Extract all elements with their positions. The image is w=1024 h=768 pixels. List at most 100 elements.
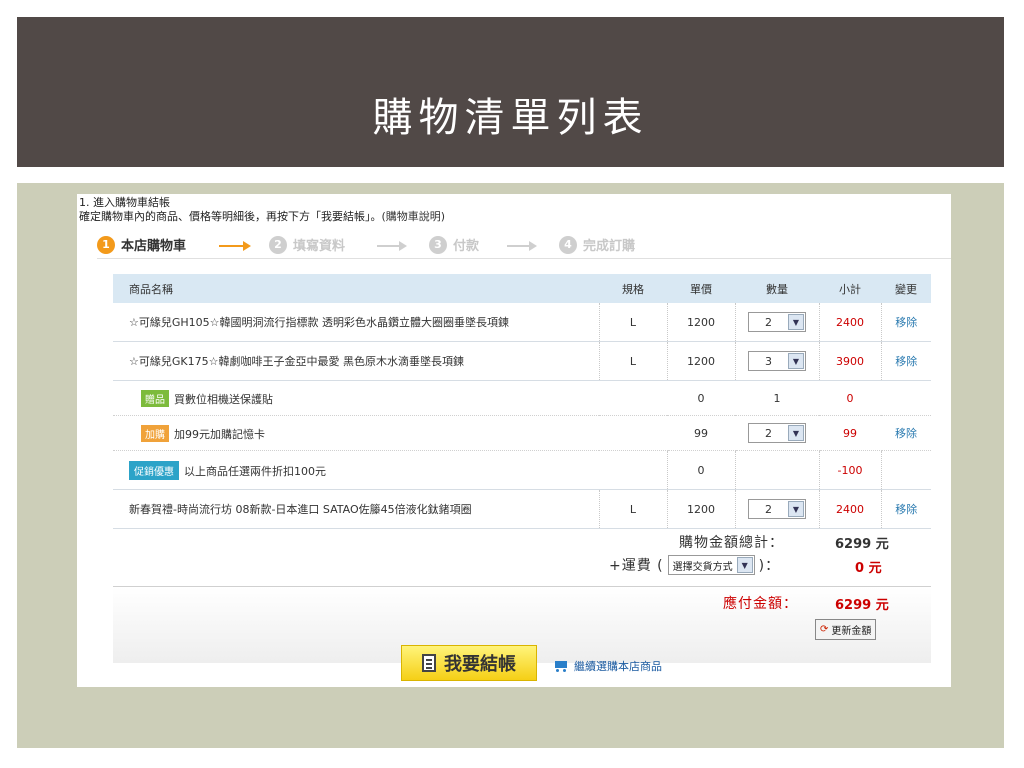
step-label-3: 付款 xyxy=(453,239,480,254)
step-number-4: 4 xyxy=(559,235,577,254)
checkout-steps: 1 本店購物車 2 填寫資料 3 付款 4 完成訂購 xyxy=(97,232,951,260)
product-price: 99 xyxy=(667,415,735,451)
quantity-value xyxy=(734,450,819,490)
step-number-1: 1 xyxy=(97,235,115,254)
quantity-select[interactable]: 2 ▼ xyxy=(748,499,806,519)
product-price: 1200 xyxy=(666,341,735,381)
step-number-3: 3 xyxy=(429,235,447,254)
header-price: 單價 xyxy=(667,274,735,303)
qty-cell: 2 ▼ xyxy=(734,489,819,529)
continue-shopping-link[interactable]: 繼續選購本店商品 xyxy=(553,658,662,674)
addon-badge: 加購 xyxy=(141,424,169,442)
promo-name: 以上商品任選兩件折扣100元 xyxy=(184,464,326,478)
cart-help-link[interactable]: (購物車說明) xyxy=(382,210,446,223)
action-cell: 移除 xyxy=(880,341,931,381)
step-label-1: 本店購物車 xyxy=(121,239,187,254)
promo-cell: 促銷優惠 以上商品任選兩件折扣100元 xyxy=(113,450,599,490)
shipping-label: +運費 ( xyxy=(609,558,664,574)
product-subtotal: 99 xyxy=(819,415,881,451)
chevron-down-icon: ▼ xyxy=(788,353,804,369)
quantity-value: 1 xyxy=(735,380,819,416)
product-name: 新春賀禮-時尚流行坊 08新款-日本進口 SATAO佐籐45倍液化鈦鍺項圈 xyxy=(113,489,599,529)
product-price: 1200 xyxy=(666,489,735,529)
qty-cell: 3 ▼ xyxy=(734,341,819,381)
goods-total-value-wrap: 6299 元 xyxy=(835,533,889,552)
goods-total-label: 購物金額總計： xyxy=(679,535,784,551)
quantity-value: 2 xyxy=(765,426,772,440)
step-cart: 1 本店購物車 xyxy=(97,235,186,254)
product-spec xyxy=(599,450,667,490)
refresh-total-button[interactable]: ⟳ 更新金額 xyxy=(815,619,877,640)
continue-shopping-label: 繼續選購本店商品 xyxy=(574,660,662,673)
remove-link[interactable]: 移除 xyxy=(895,503,917,516)
table-row: 加購 加99元加購記憶卡 99 2 ▼ 99 移除 xyxy=(113,415,931,451)
step-fill-info: 2 填寫資料 xyxy=(269,235,345,254)
arrow-right-icon xyxy=(507,241,537,251)
checkout-button[interactable]: 我要結帳 xyxy=(401,645,537,681)
quantity-value: 3 xyxy=(765,354,772,368)
step-complete: 4 完成訂購 xyxy=(559,235,635,254)
screenshot-frame: 1. 進入購物車結帳 確定購物車內的商品、價格等明細後，再按下方「我要結帳」。(… xyxy=(17,183,1004,748)
product-spec xyxy=(599,380,667,416)
header-qty: 數量 xyxy=(735,274,819,303)
table-row: 促銷優惠 以上商品任選兩件折扣100元 0 -100 xyxy=(113,450,931,490)
goods-total-row: 購物金額總計： xyxy=(679,532,784,552)
shipping-label-suffix: )： xyxy=(758,558,781,574)
quantity-value: 2 xyxy=(765,502,772,516)
addon-name: 加99元加購記憶卡 xyxy=(174,427,265,441)
remove-link[interactable]: 移除 xyxy=(895,355,917,368)
product-subtotal: 3900 xyxy=(818,341,881,381)
addon-cell: 加購 加99元加購記憶卡 xyxy=(113,415,599,451)
shipping-method-value: 選擇交貨方式 xyxy=(672,561,733,573)
cart-icon xyxy=(553,660,569,672)
steps-divider xyxy=(97,258,951,259)
product-price: 1200 xyxy=(666,303,735,342)
product-name: ☆可緣兒GH105☆韓國明洞流行指標款 透明彩色水晶鑽立體大圈圈垂墜長項鍊 xyxy=(113,303,599,342)
document-icon xyxy=(422,654,436,672)
checkout-label: 我要結帳 xyxy=(444,654,516,675)
goods-total-value: 6299 元 xyxy=(835,537,889,552)
promo-badge: 促銷優惠 xyxy=(129,460,179,480)
arrow-right-icon xyxy=(377,241,407,251)
quantity-select[interactable]: 3 ▼ xyxy=(748,351,806,371)
shipping-method-select[interactable]: 選擇交貨方式 ▼ xyxy=(667,555,755,575)
product-price: 0 xyxy=(666,450,735,490)
action-cell: 移除 xyxy=(881,415,931,451)
remove-link[interactable]: 移除 xyxy=(895,427,917,440)
product-spec xyxy=(599,415,667,451)
product-subtotal: 2400 xyxy=(818,489,881,529)
chevron-down-icon: ▼ xyxy=(788,501,804,517)
product-subtotal: 2400 xyxy=(818,303,881,342)
shipping-value: 0 元 xyxy=(855,561,882,576)
refresh-icon: ⟳ xyxy=(820,624,829,635)
header-subtotal: 小計 xyxy=(819,274,881,303)
action-cell: 移除 xyxy=(880,489,931,529)
chevron-down-icon: ▼ xyxy=(788,314,804,330)
amount-due-value-wrap: 6299 元 xyxy=(835,594,889,613)
product-spec: L xyxy=(598,489,667,529)
arrow-right-icon xyxy=(219,241,251,251)
table-row: ☆可緣兒GK175☆韓劇咖啡王子金亞中最愛 黑色原木水滴垂墜長項鍊 L 1200… xyxy=(113,341,931,381)
amount-due-label: 應付金額： xyxy=(723,596,798,612)
quantity-select[interactable]: 2 ▼ xyxy=(748,423,806,443)
shipping-value-wrap: 0 元 xyxy=(855,557,882,576)
table-row: 贈品 買數位相機送保護貼 0 1 0 xyxy=(113,380,931,416)
amount-due-value: 6299 元 xyxy=(835,598,889,613)
gift-cell: 贈品 買數位相機送保護貼 xyxy=(113,380,599,416)
step-label-4: 完成訂購 xyxy=(583,239,636,254)
step-number-2: 2 xyxy=(269,235,287,254)
qty-cell: 2 ▼ xyxy=(734,303,819,342)
slide-title-bar: 購物清單列表 xyxy=(17,17,1004,167)
action-cell: 移除 xyxy=(880,303,931,342)
table-row: ☆可緣兒GH105☆韓國明洞流行指標款 透明彩色水晶鑽立體大圈圈垂墜長項鍊 L … xyxy=(113,303,931,342)
notice-text: 確定購物車內的商品、價格等明細後，再按下方「我要結帳」。 xyxy=(79,210,382,223)
step-label-2: 填寫資料 xyxy=(293,239,346,254)
remove-link[interactable]: 移除 xyxy=(895,316,917,329)
notice-instructions: 確定購物車內的商品、價格等明細後，再按下方「我要結帳」。(購物車說明) xyxy=(79,210,445,224)
quantity-select[interactable]: 2 ▼ xyxy=(748,312,806,332)
product-spec: L xyxy=(598,303,667,342)
amount-due-row: 應付金額： xyxy=(723,593,798,613)
header-action: 變更 xyxy=(881,274,931,303)
action-cell xyxy=(881,380,931,416)
gift-name: 買數位相機送保護貼 xyxy=(174,392,273,406)
